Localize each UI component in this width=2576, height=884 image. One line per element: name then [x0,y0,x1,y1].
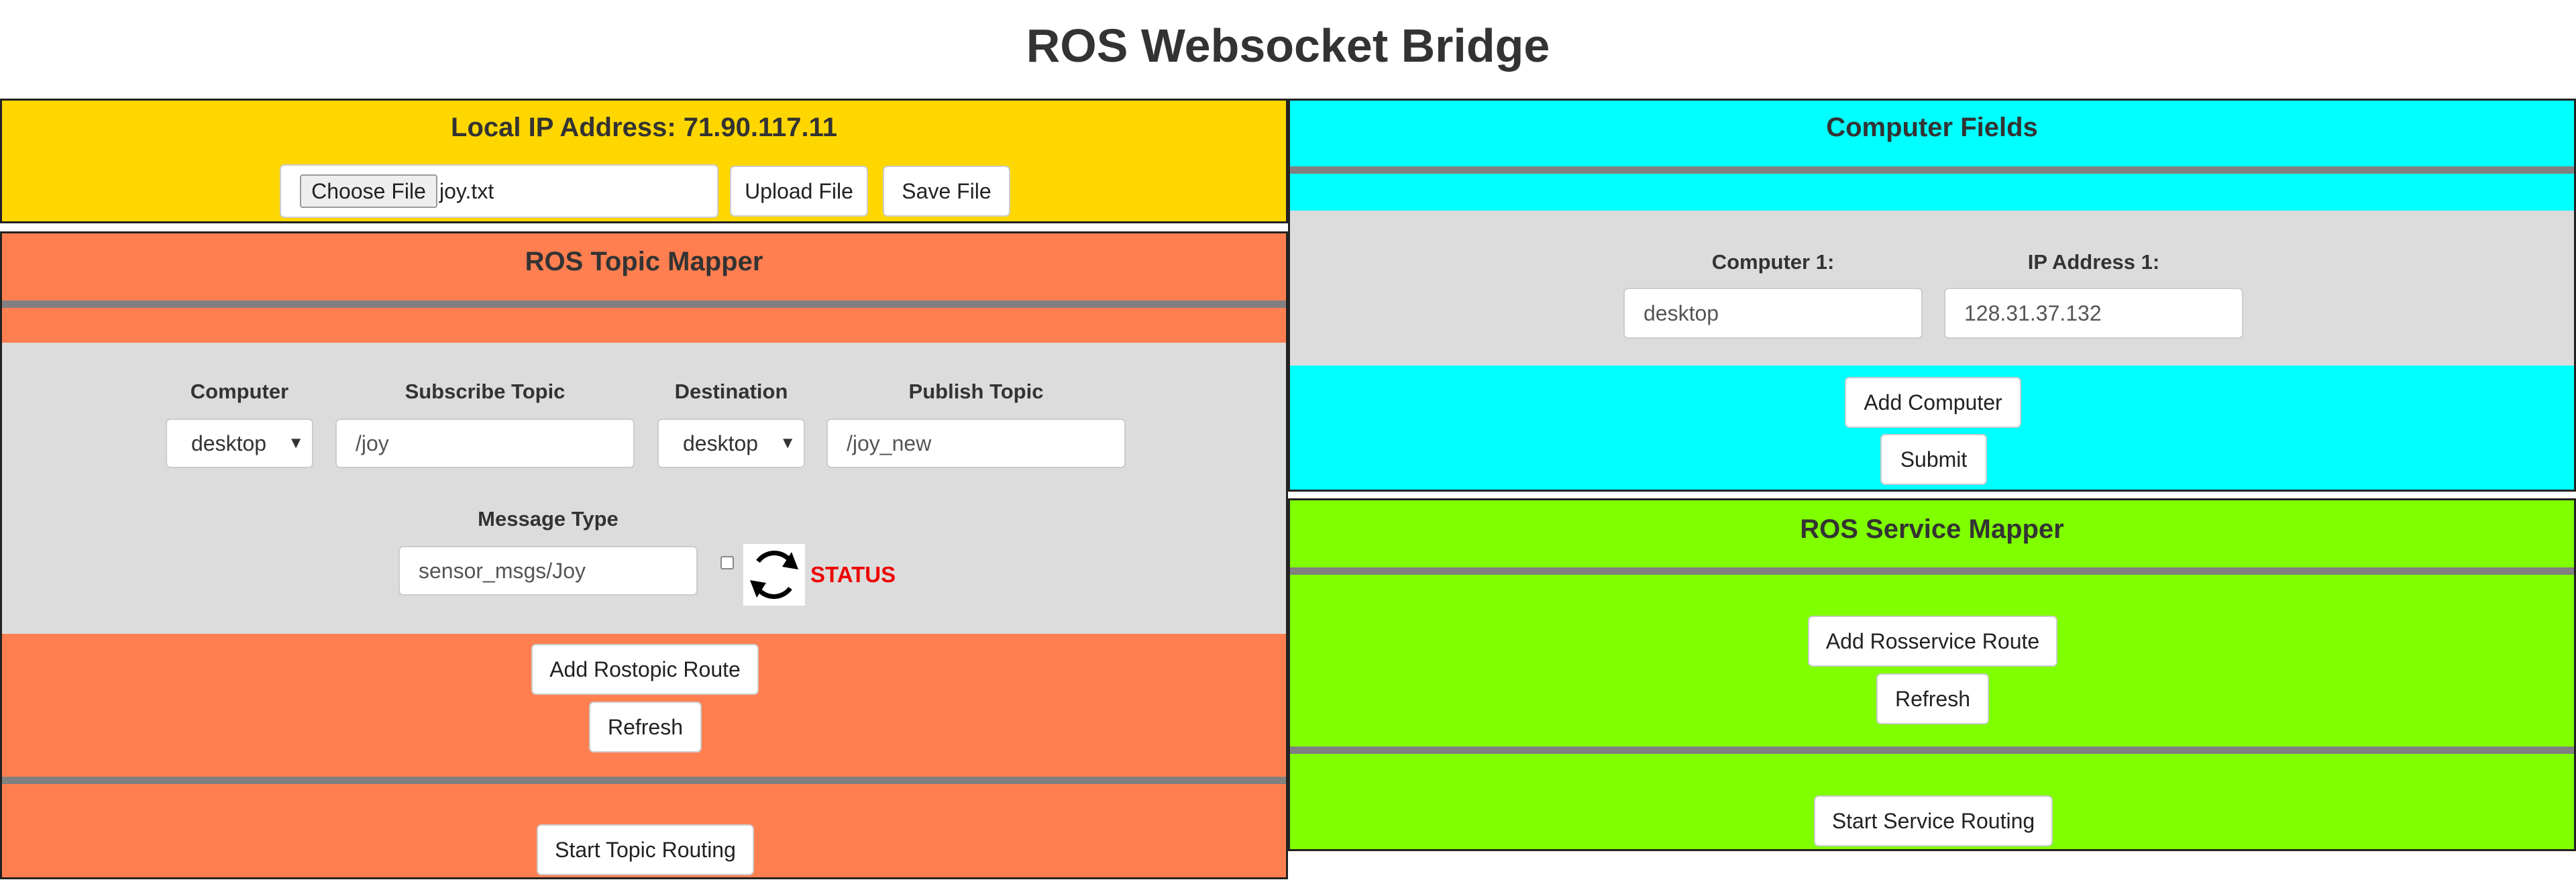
choose-file-button[interactable]: Choose File [300,174,437,208]
computer-fields-heading: Computer Fields [1826,113,2038,142]
computer-name-input[interactable]: desktop [1623,288,1923,339]
upload-file-button[interactable]: Upload File [730,166,868,217]
subscribe-topic-value: /joy [356,431,389,455]
file-input[interactable]: Choose File joy.txt [280,164,718,218]
message-type-value: sensor_msgs/Joy [419,558,586,583]
divider [1290,747,2574,754]
refresh-icon[interactable] [743,544,805,606]
file-name: joy.txt [439,179,494,203]
chevron-down-icon: ▼ [288,434,304,452]
start-service-routing-button[interactable]: Start Service Routing [1814,795,2053,846]
submit-button[interactable]: Submit [1880,434,1987,485]
ip-address-value: 128.31.37.132 [1964,300,2102,325]
ip-address-input[interactable]: 128.31.37.132 [1944,288,2243,339]
computer-row: Computer 1: IP Address 1: desktop 128.31… [1290,211,2574,366]
topic-refresh-button[interactable]: Refresh [589,702,702,753]
subscribe-topic-label: Subscribe Topic [405,380,566,403]
destination-select-value: desktop [683,431,759,455]
computer-label: Computer [190,380,289,403]
start-topic-routing-button[interactable]: Start Topic Routing [537,824,754,875]
ip-panel: Local IP Address: 71.90.117.11 Choose Fi… [0,99,1288,223]
page-title: ROS Websocket Bridge [1026,19,1550,72]
divider [2,300,1286,308]
computer-1-label: Computer 1: [1711,250,1835,274]
computer-select[interactable]: desktop ▼ [166,419,313,468]
route-checkbox[interactable] [720,556,734,569]
topic-route-row: Computer Subscribe Topic Destination Pub… [2,343,1286,634]
publish-topic-label: Publish Topic [908,380,1044,403]
topic-mapper-heading: ROS Topic Mapper [525,247,763,276]
divider [1290,567,2574,575]
service-mapper-panel: ROS Service Mapper Add Rosservice Route … [1288,498,2576,851]
chevron-down-icon: ▼ [780,434,796,452]
subscribe-topic-input[interactable]: /joy [335,419,635,468]
destination-select[interactable]: desktop ▼ [657,419,805,468]
service-mapper-heading: ROS Service Mapper [1800,514,2064,544]
destination-label: Destination [674,380,788,403]
service-refresh-button[interactable]: Refresh [1876,673,1989,724]
publish-topic-input[interactable]: /joy_new [826,419,1126,468]
message-type-label: Message Type [478,507,619,531]
ip-address-1-label: IP Address 1: [2027,250,2160,274]
divider [1290,166,2574,174]
message-type-input[interactable]: sensor_msgs/Joy [398,546,698,596]
ip-address-heading: Local IP Address: 71.90.117.11 [451,113,837,142]
computer-fields-panel: Computer Fields Computer 1: IP Address 1… [1288,99,2576,492]
divider [2,777,1286,784]
computer-select-value: desktop [191,431,267,455]
status-label: STATUS [810,562,896,587]
computer-name-value: desktop [1644,300,1719,325]
add-rostopic-route-button[interactable]: Add Rostopic Route [531,644,759,695]
add-rosservice-route-button[interactable]: Add Rosservice Route [1808,616,2057,667]
save-file-button[interactable]: Save File [883,166,1010,217]
add-computer-button[interactable]: Add Computer [1845,377,2021,428]
topic-mapper-panel: ROS Topic Mapper Computer Subscribe Topi… [0,231,1288,879]
publish-topic-value: /joy_new [847,431,932,455]
